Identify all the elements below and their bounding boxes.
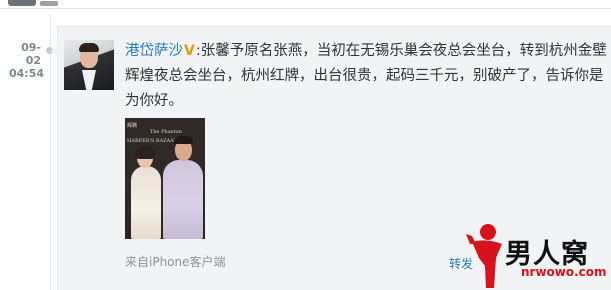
post-date: 09-02 [21,41,41,67]
watermark-body [472,240,502,288]
post-time: 04:54 [9,67,45,80]
watermark-head [480,224,496,240]
post-source[interactable]: 来自iPhone客户端 [125,253,226,270]
top-divider [0,8,611,9]
v-badge-icon[interactable]: V [184,43,195,59]
photo-backdrop-text-2: HARPER'S BAZAAR [127,138,178,144]
user-avatar[interactable] [64,40,114,90]
photo-man-hair [174,136,193,144]
photo-person-woman [131,166,161,239]
username-link[interactable]: 港岱萨沙 [125,43,183,59]
avatar-collar [82,70,96,90]
post-text: 港岱萨沙V:张馨予原名张燕，当初在无锡乐巢会夜总会坐台，转到杭州金壁辉煌夜总会坐… [125,39,607,114]
top-nav-label[interactable] [40,1,58,6]
watermark-arm [466,234,476,244]
top-nav-icon[interactable] [8,0,36,6]
post-timestamp: 09-02 04:54 [9,41,45,80]
photo-backdrop-text-1: The Phaeton [150,129,182,135]
photo-person-man [163,160,203,239]
photo-backdrop-text-3: 辉腾 [127,123,138,129]
watermark-figure [466,224,502,288]
card-pointer [51,44,58,58]
watermark-url: nrwowo.com [521,265,607,279]
photo-woman-hair [135,145,155,159]
avatar-hair [79,43,99,52]
post-photo[interactable]: 辉腾 The Phaeton HARPER'S BAZAAR [125,118,205,239]
